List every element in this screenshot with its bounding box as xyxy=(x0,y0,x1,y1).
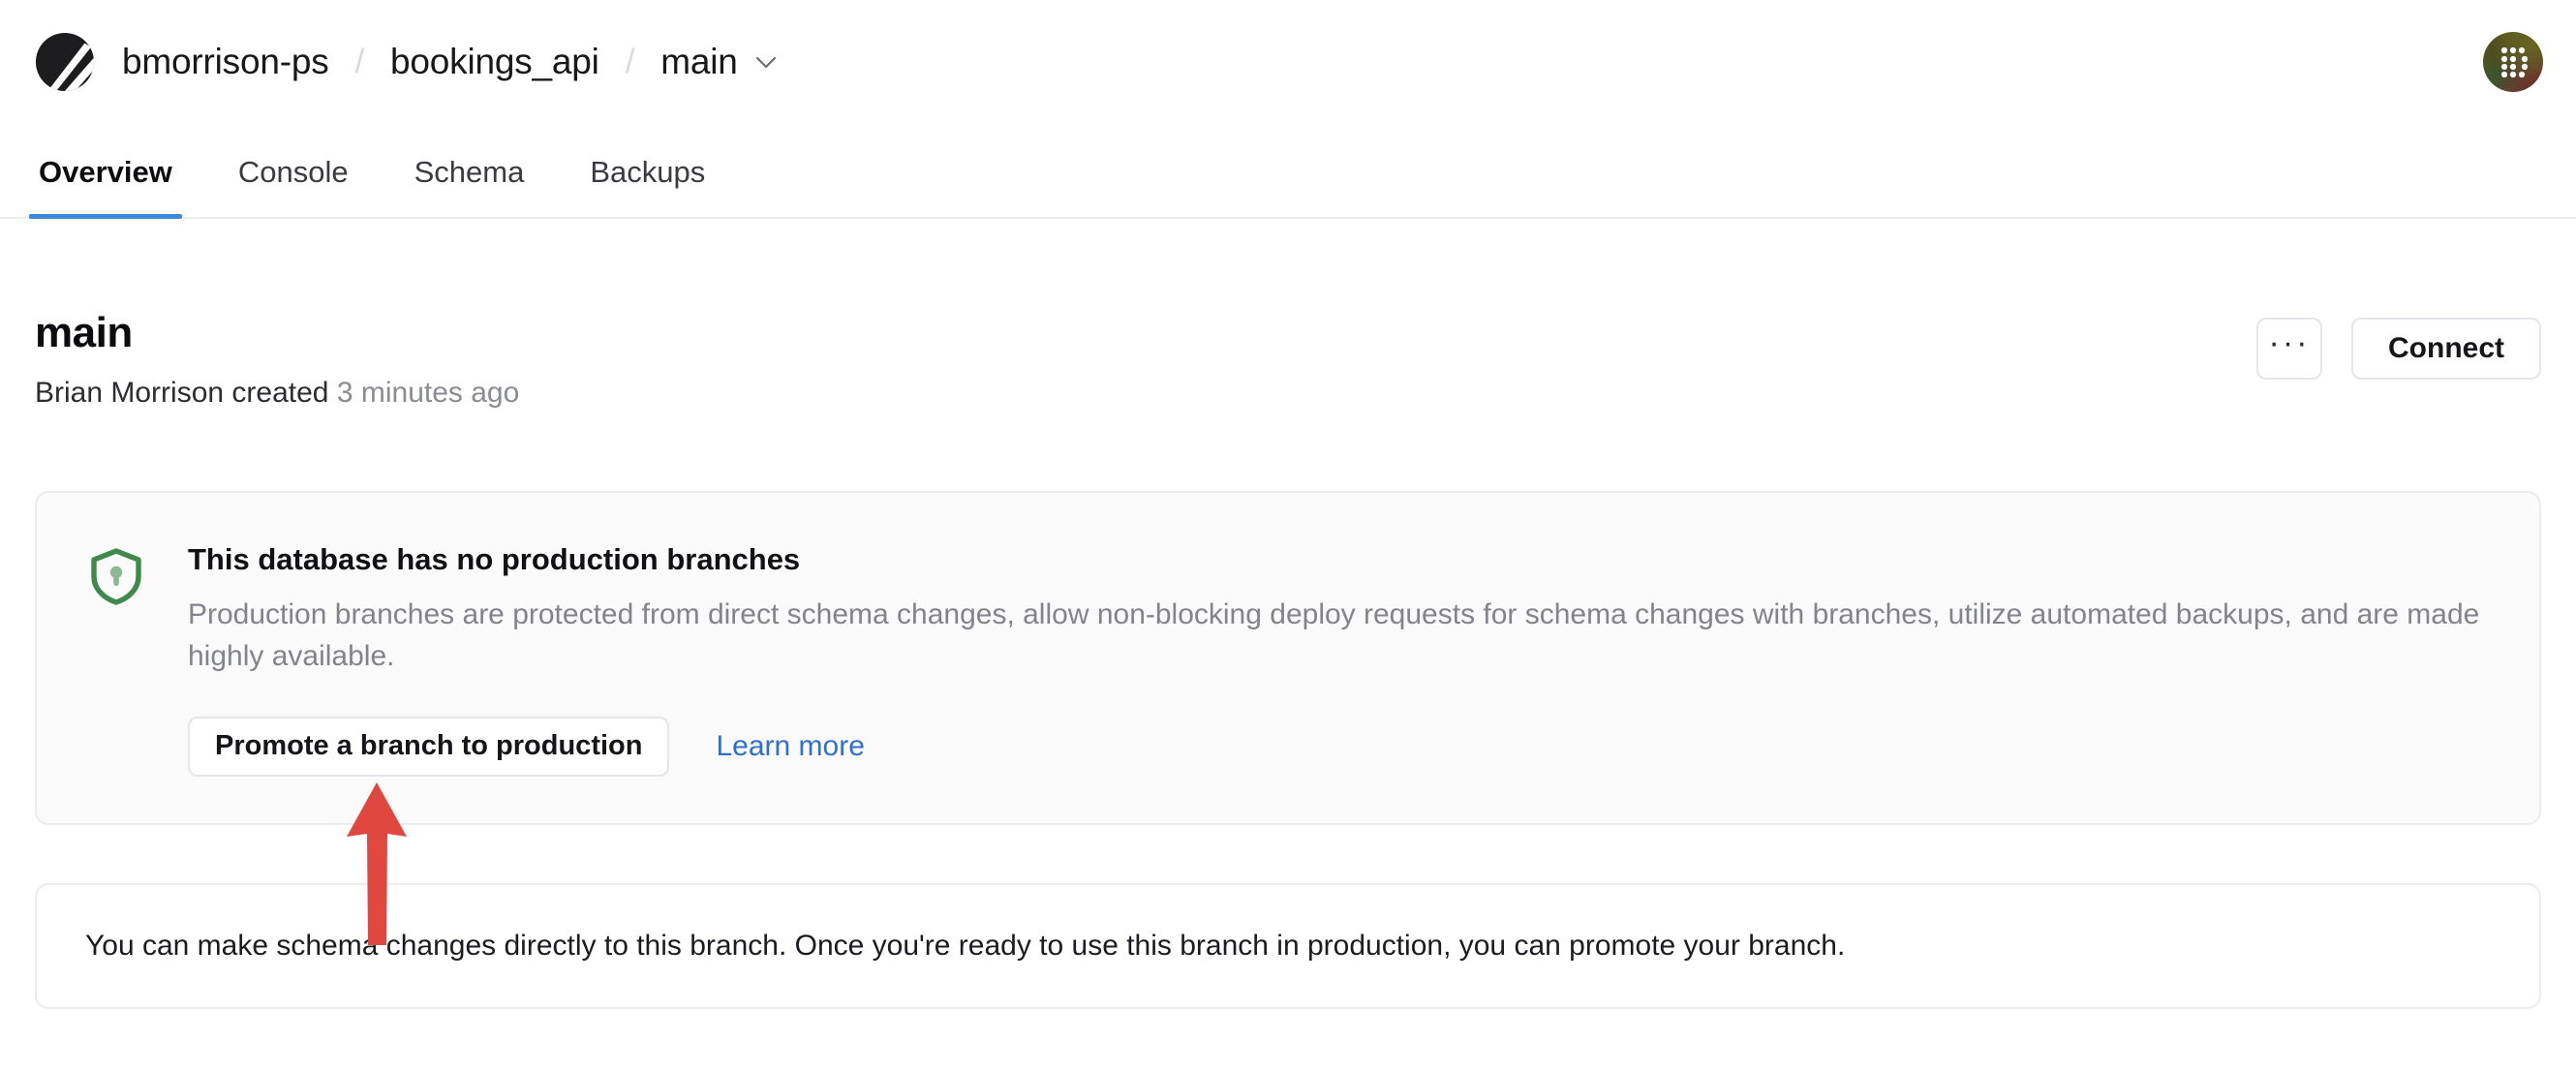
notice-actions: Promote a branch to production Learn mor… xyxy=(188,716,2495,777)
breadcrumb-separator: / xyxy=(625,43,635,80)
learn-more-link[interactable]: Learn more xyxy=(716,730,864,763)
branch-info-text: You can make schema changes directly to … xyxy=(85,929,1846,962)
shield-keyhole-icon xyxy=(91,548,141,606)
tab-overview[interactable]: Overview xyxy=(29,155,182,219)
no-production-branch-notice: This database has no production branches… xyxy=(35,491,2541,825)
page-header: main Brian Morrison created 3 minutes ag… xyxy=(35,219,2541,412)
tab-bar: Overview Console Schema Backups xyxy=(0,124,2576,219)
breadcrumb-database[interactable]: bookings_api xyxy=(390,40,599,84)
page-header-text: main Brian Morrison created 3 minutes ag… xyxy=(35,309,2256,412)
notice-description: Production branches are protected from d… xyxy=(188,598,2480,673)
branch-info-card: You can make schema changes directly to … xyxy=(35,882,2541,1009)
branch-created-verb: created xyxy=(231,377,329,410)
notice-body: This database has no production branches… xyxy=(188,541,2495,777)
breadcrumb-branch-selector[interactable]: main xyxy=(660,40,776,84)
notice-title: This database has no production branches xyxy=(188,542,801,577)
page-content: main Brian Morrison created 3 minutes ag… xyxy=(0,219,2576,1009)
branch-meta: Brian Morrison created 3 minutes ago xyxy=(35,374,2256,412)
promote-branch-to-production-button[interactable]: Promote a branch to production xyxy=(188,716,670,777)
avatar[interactable] xyxy=(2483,32,2543,92)
breadcrumb-branch[interactable]: main xyxy=(660,40,738,84)
connect-button[interactable]: Connect xyxy=(2351,318,2541,380)
chevron-down-icon[interactable] xyxy=(755,56,777,69)
breadcrumb-separator: / xyxy=(354,43,365,80)
breadcrumb-org[interactable]: bmorrison-ps xyxy=(122,40,329,84)
branch-created-time: 3 minutes ago xyxy=(336,377,520,410)
branch-author: Brian Morrison xyxy=(35,377,225,410)
page-header-actions: ··· Connect xyxy=(2256,310,2541,380)
tab-console[interactable]: Console xyxy=(234,155,353,217)
tab-schema[interactable]: Schema xyxy=(411,155,529,217)
breadcrumb: bmorrison-ps / bookings_api / main xyxy=(122,40,777,84)
more-options-button[interactable]: ··· xyxy=(2256,318,2322,380)
top-bar: bmorrison-ps / bookings_api / main xyxy=(0,0,2576,124)
page-title: main xyxy=(35,309,133,356)
planetscale-logo-icon[interactable] xyxy=(35,32,95,92)
tab-backups[interactable]: Backups xyxy=(586,155,709,217)
avatar-identicon-icon xyxy=(2500,46,2529,78)
